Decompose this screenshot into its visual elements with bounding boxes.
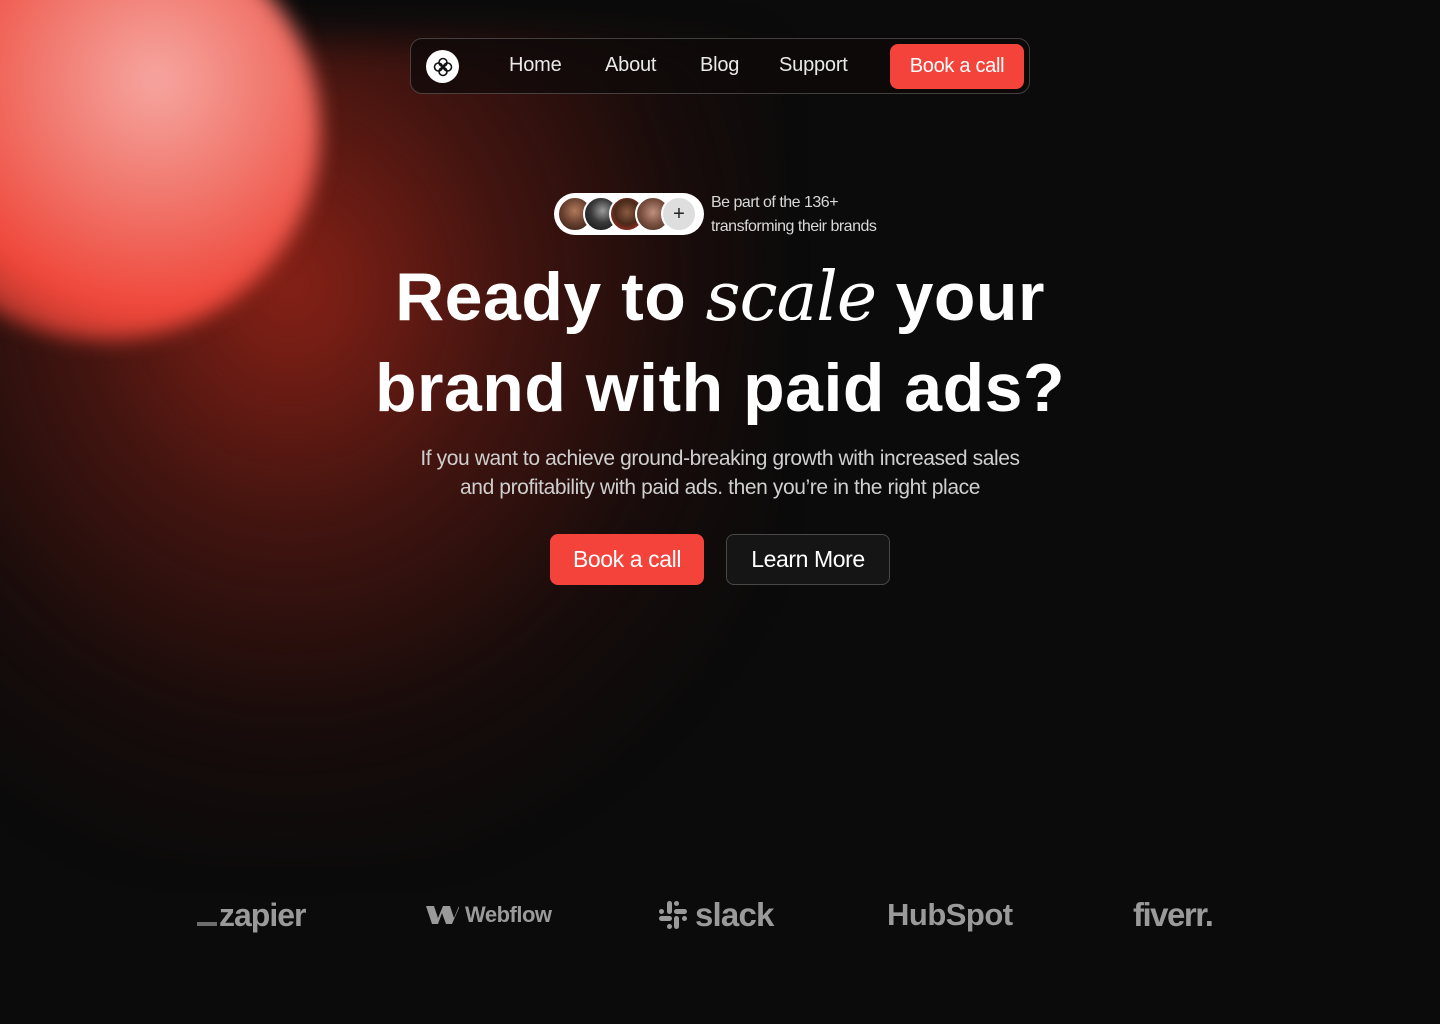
hero-headline: Ready to scale your brand with paid ads? (0, 252, 1440, 433)
zapier-logo-text: zapier (219, 896, 306, 933)
nav-book-call-button[interactable]: Book a call (890, 44, 1024, 89)
fiverr-logo: fiverr. (1133, 893, 1214, 937)
learn-more-button[interactable]: Learn More (726, 534, 890, 585)
nav-home-link[interactable]: Home (509, 54, 562, 77)
social-proof-line-1: Be part of the 136+ (711, 194, 839, 211)
headline-line-1: Ready to scale your (0, 252, 1440, 343)
nav-support-link[interactable]: Support (779, 54, 848, 77)
plus-icon: + (661, 196, 697, 232)
top-navigation: Home About Blog Support Book a call (410, 38, 1030, 94)
nav-about-link[interactable]: About (605, 54, 656, 77)
headline-part-2: your (876, 259, 1045, 335)
slack-logo: slack (657, 893, 774, 937)
webflow-icon (426, 906, 459, 924)
social-proof-text: Be part of the 136+ transforming their b… (711, 191, 911, 239)
subtitle-line-2: and profitability with paid ads. then yo… (460, 476, 980, 499)
avatar-group: + (554, 193, 704, 235)
zapier-dash-icon (197, 922, 217, 926)
headline-line-2: brand with paid ads? (374, 350, 1066, 426)
subtitle-line-1: If you want to achieve ground-breaking g… (420, 447, 1020, 470)
slack-icon (659, 901, 687, 929)
page: Home About Blog Support Book a call + Be… (0, 0, 1440, 1024)
webflow-logo: Webflow (426, 893, 552, 937)
webflow-logo-text: Webflow (465, 902, 552, 927)
nav-blog-link[interactable]: Blog (700, 54, 739, 77)
clover-icon[interactable] (426, 50, 459, 83)
fiverr-logo-text: fiverr. (1133, 896, 1214, 933)
hero-subtitle: If you want to achieve ground-breaking g… (0, 444, 1440, 502)
hubspot-logo: HubSpot (887, 893, 1013, 937)
hubspot-logo-text: HubSpot (887, 897, 1013, 932)
headline-part-1: Ready to (395, 259, 706, 335)
social-proof-line-2: transforming their brands (711, 218, 877, 235)
zapier-logo: zapier (197, 893, 306, 937)
book-call-button[interactable]: Book a call (550, 534, 704, 585)
headline-accent-word: scale (705, 258, 878, 337)
slack-logo-text: slack (695, 896, 774, 933)
